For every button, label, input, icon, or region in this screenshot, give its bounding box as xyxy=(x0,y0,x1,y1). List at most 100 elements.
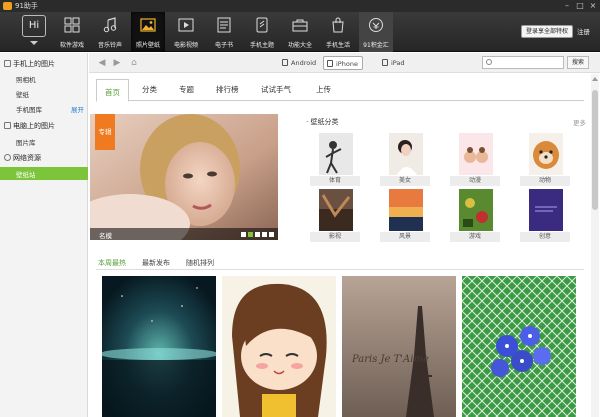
category-label: 游戏 xyxy=(450,232,500,242)
device-iphone[interactable]: iPhone xyxy=(323,56,363,70)
globe-icon xyxy=(4,154,11,161)
slide-dot[interactable] xyxy=(269,232,274,237)
device-ipad[interactable]: iPad xyxy=(379,56,405,70)
hero-banner[interactable]: 专辑 名模 xyxy=(90,114,278,240)
sort-tab-random[interactable]: 随机排列 xyxy=(186,258,214,268)
tab-categories[interactable]: 分类 xyxy=(142,84,157,95)
toolbar-label: 91积金汇 xyxy=(363,42,389,49)
category-item[interactable]: 创意 xyxy=(520,189,570,245)
tab-rankings[interactable]: 排行榜 xyxy=(216,84,239,95)
slide-dot-active[interactable] xyxy=(248,232,253,237)
category-item[interactable]: 游戏 xyxy=(450,189,500,245)
wallpaper-card[interactable] xyxy=(462,276,576,417)
wallpaper-image: Paris Je T'Aime xyxy=(342,276,456,417)
toolbar-finance[interactable]: 91积金汇 xyxy=(359,12,393,52)
category-item[interactable]: 影视 xyxy=(310,189,360,245)
photo-wallpaper-icon xyxy=(140,18,156,32)
toolbar-software-games[interactable]: 软件游戏 xyxy=(55,12,89,52)
register-link[interactable]: 注册 xyxy=(577,26,590,36)
main-toolbar: Hi 软件游戏 音乐铃声 照片壁纸 电影视频 电子书 手机主题 功能大全 手机生… xyxy=(0,12,600,52)
toolbar-label: 电影视频 xyxy=(173,42,198,49)
shopping-bag-icon xyxy=(332,17,344,33)
ebook-icon xyxy=(217,17,231,33)
category-more-link[interactable]: 更多 xyxy=(573,117,586,127)
category-item[interactable]: 动物 xyxy=(520,133,570,189)
hi-menu-button[interactable]: Hi xyxy=(22,15,46,37)
category-item[interactable]: 体育 xyxy=(310,133,360,189)
sort-tab-latest[interactable]: 最新发布 xyxy=(142,258,170,268)
app-logo-icon xyxy=(3,2,12,10)
tab-home[interactable]: 首页 xyxy=(96,79,129,102)
slide-dot[interactable] xyxy=(241,232,246,237)
video-play-icon xyxy=(178,18,194,32)
vertical-scrollbar[interactable] xyxy=(591,74,599,417)
sidebar-item-wallpaper-site[interactable]: 壁纸站 xyxy=(0,167,88,180)
sidebar-item-image-library[interactable]: 图片库 xyxy=(16,137,36,147)
toolbar-phone-themes[interactable]: 手机主题 xyxy=(245,12,279,52)
category-item[interactable]: 美女 xyxy=(380,133,430,189)
category-label: 动漫 xyxy=(450,176,500,186)
category-item[interactable]: 风景 xyxy=(380,189,430,245)
sidebar-section-network[interactable]: 网络资源 xyxy=(4,153,41,163)
wallpaper-caption: Paris Je T'Aime xyxy=(351,354,429,365)
toolbar-label: 音乐铃声 xyxy=(97,42,122,49)
tab-try-luck[interactable]: 试试手气 xyxy=(261,84,291,95)
phone-theme-icon xyxy=(256,17,268,33)
maximize-button[interactable]: □ xyxy=(575,1,585,11)
tab-upload[interactable]: 上传 xyxy=(316,84,331,95)
slide-dot[interactable] xyxy=(255,232,260,237)
music-note-icon xyxy=(103,17,117,33)
forward-arrow-icon[interactable]: ▶ xyxy=(111,57,123,69)
tab-topics[interactable]: 专题 xyxy=(179,84,194,95)
login-button[interactable]: 登录享全部特权 xyxy=(521,25,573,38)
sidebar-item-wallpaper[interactable]: 壁纸 xyxy=(16,89,29,99)
toolbar-tools[interactable]: 功能大全 xyxy=(283,12,317,52)
window-title: 91助手 xyxy=(15,2,38,10)
category-label: 动物 xyxy=(520,176,570,186)
sidebar-item-camera[interactable]: 照相机 xyxy=(16,74,36,84)
sort-tabs: 本周最热 最新发布 随机排列 xyxy=(96,258,584,270)
scroll-up-arrow-icon[interactable] xyxy=(592,77,598,81)
nav-bar: ◀ ▶ ⌂ Android iPhone iPad 搜索 xyxy=(89,53,600,73)
toolbar-music[interactable]: 音乐铃声 xyxy=(93,12,127,52)
tablet-device-icon xyxy=(382,59,388,66)
category-thumbnail xyxy=(529,133,563,175)
search-icon xyxy=(486,59,492,65)
home-icon[interactable]: ⌂ xyxy=(128,57,140,69)
wallpaper-card[interactable] xyxy=(102,276,216,417)
category-label: 创意 xyxy=(520,232,570,242)
toolbar-label: 软件游戏 xyxy=(59,42,84,49)
sort-tab-weekly-hot[interactable]: 本周最热 xyxy=(98,258,126,268)
album-badge: 专辑 xyxy=(95,114,115,150)
sidebar-item-phone-gallery[interactable]: 手机图库 xyxy=(16,104,42,114)
finance-icon xyxy=(369,18,383,32)
toolbar-label: 功能大全 xyxy=(287,42,312,49)
content-tabs: 首页 分类 专题 排行榜 试试手气 上传 xyxy=(96,79,584,102)
device-android[interactable]: Android xyxy=(279,56,316,70)
chevron-down-icon[interactable] xyxy=(30,41,38,45)
search-button[interactable]: 搜索 xyxy=(567,56,589,69)
toolbar-label: 手机生活 xyxy=(325,42,350,49)
category-label: 影视 xyxy=(310,232,360,242)
wallpaper-card[interactable] xyxy=(222,276,336,417)
main-content: 首页 分类 专题 排行榜 试试手气 上传 专辑 名模 · 壁纸分类 更多 体育 … xyxy=(90,74,600,417)
sidebar-section-phone[interactable]: 手机上的图片 xyxy=(4,59,55,69)
scrollbar-thumb[interactable] xyxy=(592,90,598,210)
phone-device-icon xyxy=(282,59,288,66)
slide-dot[interactable] xyxy=(262,232,267,237)
toolbar-phone-life[interactable]: 手机生活 xyxy=(321,12,355,52)
sidebar-section-pc[interactable]: 电脑上的图片 xyxy=(4,121,55,131)
category-label: 美女 xyxy=(380,176,430,186)
wallpaper-card[interactable]: Paris Je T'Aime xyxy=(342,276,456,417)
back-arrow-icon[interactable]: ◀ xyxy=(96,57,108,69)
category-item[interactable]: 动漫 xyxy=(450,133,500,189)
close-button[interactable]: × xyxy=(588,1,598,11)
wallpaper-image xyxy=(222,276,336,417)
minimize-button[interactable]: – xyxy=(562,1,572,11)
toolbar-ebooks[interactable]: 电子书 xyxy=(207,12,241,52)
toolbar-photos-wallpaper[interactable]: 照片壁纸 xyxy=(131,12,165,52)
toolbar-movies[interactable]: 电影视频 xyxy=(169,12,203,52)
category-label: 体育 xyxy=(310,176,360,186)
search-input[interactable] xyxy=(482,56,564,69)
sidebar-expand-link[interactable]: 展开 xyxy=(71,104,84,114)
